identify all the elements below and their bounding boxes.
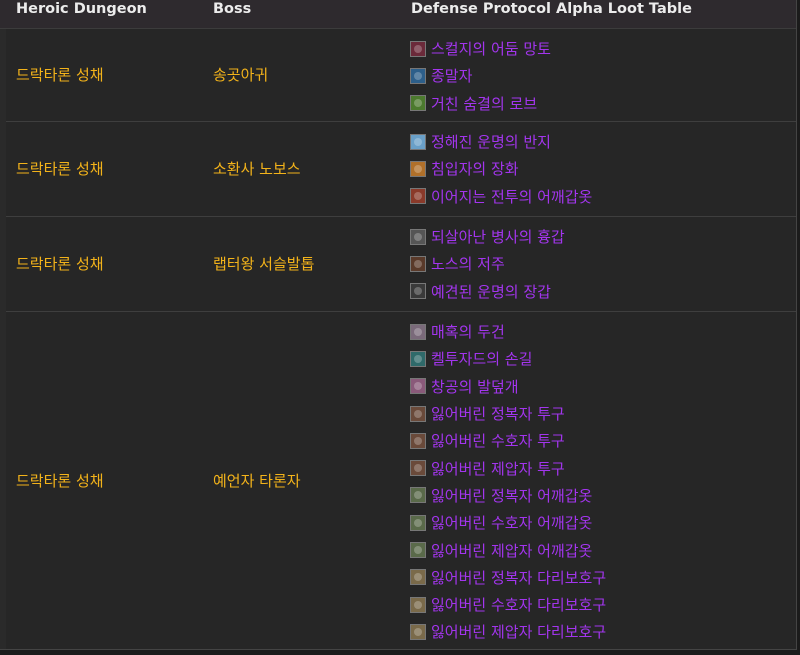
loot-item[interactable]: 창공의 발덮개 bbox=[410, 373, 606, 400]
loot-item[interactable]: 노스의 저주 bbox=[410, 250, 565, 277]
legs-token-icon bbox=[410, 596, 426, 613]
dagger-icon bbox=[410, 255, 426, 272]
loot-item[interactable]: 거친 숨결의 로브 bbox=[410, 90, 551, 117]
loot-item[interactable]: 잃어버린 제압자 투구 bbox=[410, 454, 606, 481]
dungeon-name: 드락타론 성채 bbox=[16, 66, 104, 84]
loot-item-link[interactable]: 되살아난 병사의 흉갑 bbox=[431, 226, 565, 247]
loot-item-link[interactable]: 잃어버린 제압자 투구 bbox=[431, 458, 565, 479]
shoulder-token-icon bbox=[410, 487, 426, 504]
ring-icon bbox=[410, 133, 426, 150]
legs-token-icon bbox=[410, 623, 426, 640]
loot-item-link[interactable]: 예견된 운명의 장갑 bbox=[431, 281, 551, 302]
loot-item[interactable]: 잃어버린 수호자 투구 bbox=[410, 427, 606, 454]
loot-item-link[interactable]: 잃어버린 수호자 투구 bbox=[431, 430, 565, 451]
loot-item[interactable]: 잃어버린 정복자 어깨갑옷 bbox=[410, 482, 606, 509]
loot-item-link[interactable]: 스컬지의 어둠 망토 bbox=[431, 38, 551, 59]
gloves-icon bbox=[410, 283, 426, 300]
loot-item[interactable]: 되살아난 병사의 흉갑 bbox=[410, 223, 565, 250]
loot-item[interactable]: 예견된 운명의 장갑 bbox=[410, 278, 565, 305]
loot-item[interactable]: 잃어버린 수호자 어깨갑옷 bbox=[410, 509, 606, 536]
table-row: 드락타론 성채 예언자 타론자 매혹의 두건켈투자드의 손길창공의 발덮개잃어버린 … bbox=[6, 312, 796, 649]
header-dungeon: Heroic Dungeon bbox=[16, 1, 147, 17]
helm-token-icon bbox=[410, 460, 426, 477]
feet-icon bbox=[410, 378, 426, 395]
chest-icon bbox=[410, 228, 426, 245]
boss-name: 소환사 노보스 bbox=[213, 160, 301, 178]
helm-token-icon bbox=[410, 432, 426, 449]
loot-item[interactable]: 매혹의 두건 bbox=[410, 318, 606, 345]
boss-name: 랩터왕 서슬발톱 bbox=[213, 255, 315, 273]
robe-icon bbox=[410, 95, 426, 112]
loot-item-link[interactable]: 창공의 발덮개 bbox=[431, 376, 519, 397]
loot-list: 되살아난 병사의 흉갑노스의 저주예견된 운명의 장갑 bbox=[410, 223, 565, 305]
loot-item[interactable]: 스컬지의 어둠 망토 bbox=[410, 35, 551, 62]
loot-item-link[interactable]: 잃어버린 수호자 다리보호구 bbox=[431, 594, 606, 615]
shoulder-token-icon bbox=[410, 542, 426, 559]
wand-icon bbox=[410, 350, 426, 367]
loot-item-link[interactable]: 잃어버린 제압자 어깨갑옷 bbox=[431, 540, 592, 561]
table-row: 드락타론 성채 송곳아귀 스컬지의 어둠 망토종말자거친 숨결의 로브 bbox=[6, 29, 796, 122]
legs-token-icon bbox=[410, 569, 426, 586]
dungeon-name: 드락타론 성채 bbox=[16, 255, 104, 273]
header-boss: Boss bbox=[213, 1, 252, 17]
cloak-icon bbox=[410, 40, 426, 57]
loot-item[interactable]: 잃어버린 제압자 어깨갑옷 bbox=[410, 536, 606, 563]
table-row: 드락타론 성채 랩터왕 서슬발톱 되살아난 병사의 흉갑노스의 저주예견된 운명의 … bbox=[6, 217, 796, 312]
loot-item-link[interactable]: 노스의 저주 bbox=[431, 253, 505, 274]
loot-list: 매혹의 두건켈투자드의 손길창공의 발덮개잃어버린 정복자 투구잃어버린 수호자… bbox=[410, 318, 606, 646]
loot-item[interactable]: 이어지는 전투의 어깨갑옷 bbox=[410, 183, 592, 210]
loot-item-link[interactable]: 매혹의 두건 bbox=[431, 321, 505, 342]
loot-item-link[interactable]: 잃어버린 정복자 어깨갑옷 bbox=[431, 485, 592, 506]
shoulder-icon bbox=[410, 188, 426, 205]
loot-item-link[interactable]: 침입자의 장화 bbox=[431, 158, 519, 179]
header-loot: Defense Protocol Alpha Loot Table bbox=[411, 1, 692, 17]
loot-item-link[interactable]: 잃어버린 제압자 다리보호구 bbox=[431, 621, 606, 642]
table-row: 드락타론 성채 소환사 노보스 정해진 운명의 반지침입자의 장화이어지는 전투의 … bbox=[6, 122, 796, 217]
loot-item[interactable]: 잃어버린 제압자 다리보호구 bbox=[410, 618, 606, 645]
boss-name: 송곳아귀 bbox=[213, 66, 269, 84]
loot-item-link[interactable]: 잃어버린 정복자 투구 bbox=[431, 403, 565, 424]
loot-item-link[interactable]: 잃어버린 정복자 다리보호구 bbox=[431, 567, 606, 588]
loot-item[interactable]: 종말자 bbox=[410, 62, 551, 89]
loot-item-link[interactable]: 정해진 운명의 반지 bbox=[431, 131, 551, 152]
loot-item-link[interactable]: 거친 숨결의 로브 bbox=[431, 93, 537, 114]
dungeon-name: 드락타론 성채 bbox=[16, 471, 104, 490]
loot-item[interactable]: 침입자의 장화 bbox=[410, 155, 592, 182]
loot-item[interactable]: 잃어버린 수호자 다리보호구 bbox=[410, 591, 606, 618]
loot-item-link[interactable]: 이어지는 전투의 어깨갑옷 bbox=[431, 186, 592, 207]
loot-item[interactable]: 켈투자드의 손길 bbox=[410, 345, 606, 372]
loot-item[interactable]: 정해진 운명의 반지 bbox=[410, 128, 592, 155]
loot-item[interactable]: 잃어버린 정복자 다리보호구 bbox=[410, 564, 606, 591]
loot-item-link[interactable]: 잃어버린 수호자 어깨갑옷 bbox=[431, 512, 592, 533]
dungeon-name: 드락타론 성채 bbox=[16, 160, 104, 178]
boots-icon bbox=[410, 160, 426, 177]
helm-token-icon bbox=[410, 405, 426, 422]
boss-name: 예언자 타론자 bbox=[213, 471, 301, 490]
loot-list: 정해진 운명의 반지침입자의 장화이어지는 전투의 어깨갑옷 bbox=[410, 128, 592, 210]
loot-table: Heroic Dungeon Boss Defense Protocol Alp… bbox=[0, 0, 797, 650]
loot-item-link[interactable]: 종말자 bbox=[431, 65, 472, 86]
loot-item[interactable]: 잃어버린 정복자 투구 bbox=[410, 400, 606, 427]
shoulder-token-icon bbox=[410, 514, 426, 531]
table-header: Heroic Dungeon Boss Defense Protocol Alp… bbox=[0, 0, 796, 29]
table-body: 드락타론 성채 송곳아귀 스컬지의 어둠 망토 종말자 거친 숨결의 로브 드락타론 성채… bbox=[0, 29, 796, 649]
hood-icon bbox=[410, 323, 426, 340]
loot-list: 스컬지의 어둠 망토종말자거친 숨결의 로브 bbox=[410, 35, 551, 117]
loot-item-link[interactable]: 켈투자드의 손길 bbox=[431, 348, 532, 369]
weapon-icon bbox=[410, 67, 426, 84]
